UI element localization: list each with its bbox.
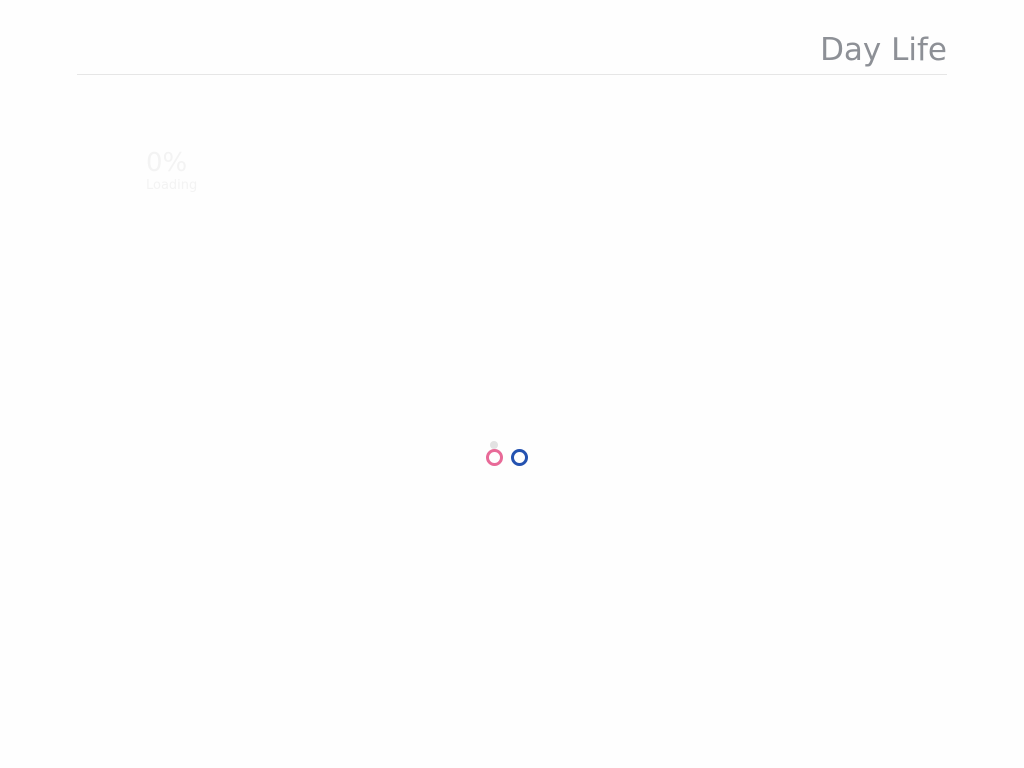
site-header: Day Life bbox=[77, 0, 947, 75]
preloader-label: Loading bbox=[146, 178, 198, 193]
page: Day Life 0% Loading bbox=[0, 0, 1024, 768]
loader-dot-icon bbox=[490, 441, 498, 449]
loader-pink-ring-icon bbox=[486, 449, 503, 466]
preloader-progress: 0% Loading bbox=[146, 148, 197, 194]
loader-blue-ring-icon bbox=[511, 449, 528, 466]
preloader-percent: 0% bbox=[146, 148, 188, 178]
site-title[interactable]: Day Life bbox=[820, 32, 947, 68]
loading-spinner bbox=[484, 441, 532, 469]
